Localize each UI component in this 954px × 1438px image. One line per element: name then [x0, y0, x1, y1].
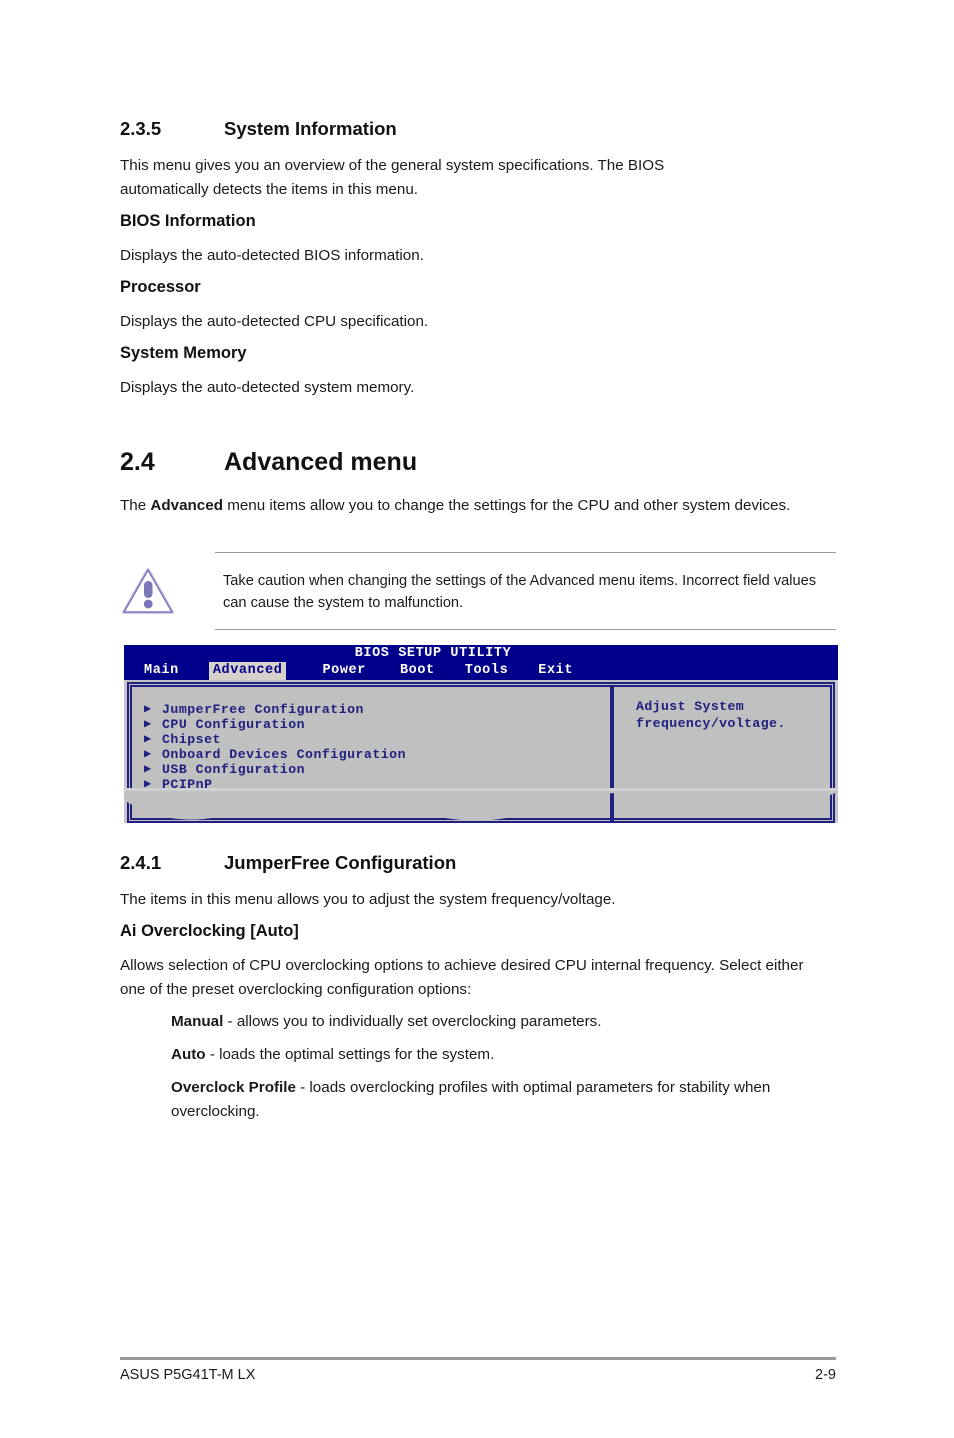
- heading-2-4-1-number: 2.4.1: [120, 852, 162, 873]
- bios-tab-boot[interactable]: Boot: [396, 662, 439, 680]
- right-arrow-icon: ▶: [144, 702, 152, 716]
- note-rule-top: [215, 552, 836, 553]
- bios-menu-row[interactable]: ▶ JumperFree Configuration: [144, 702, 584, 717]
- bios-menu-list: ▶ JumperFree Configuration ▶ CPU Configu…: [144, 702, 584, 792]
- system-memory-text: Displays the auto-detected system memory…: [120, 379, 415, 396]
- heading-2-4-1: 2.4.1 JumperFree Configuration: [120, 852, 456, 874]
- bios-tab-exit[interactable]: Exit: [534, 662, 577, 680]
- bios-menu-row[interactable]: ▶ Onboard Devices Configuration: [144, 747, 584, 762]
- heading-2-4-1-title: JumperFree Configuration: [224, 852, 457, 873]
- warning-triangle-icon: [120, 566, 178, 618]
- caution-note-text: Take caution when changing the settings …: [223, 573, 817, 611]
- note-rule-bottom: [215, 629, 836, 630]
- heading-2-4-title: Advanced menu: [224, 448, 418, 476]
- advanced-intro-paragraph: The Advanced menu items allow you to cha…: [120, 494, 822, 518]
- option-manual: Manual - allows you to individually set …: [171, 1010, 861, 1034]
- right-arrow-icon: ▶: [144, 732, 152, 746]
- option-auto: Auto - loads the optimal settings for th…: [171, 1043, 861, 1067]
- right-arrow-icon: ▶: [144, 762, 152, 776]
- bios-help-panel-text: Adjust System frequency/voltage.: [636, 699, 786, 731]
- bios-menu-row[interactable]: ▶ USB Configuration: [144, 762, 584, 777]
- bios-tab-main[interactable]: Main: [140, 662, 183, 680]
- subheading-processor: Processor: [120, 278, 201, 296]
- bios-menu-item-jumperfree-configuration: JumperFree Configuration: [162, 702, 364, 717]
- footer-rule: [120, 1357, 836, 1360]
- option-manual-name: Manual: [171, 1013, 224, 1030]
- bios-torn-edge: [124, 788, 838, 825]
- subheading-bios-information: BIOS Information: [120, 212, 256, 230]
- processor-text: Displays the auto-detected CPU specifica…: [120, 313, 429, 330]
- heading-2-4: 2.4 Advanced menu: [120, 448, 417, 477]
- heading-2-3-5-number: 2.3.5: [120, 118, 162, 139]
- bios-tab-tools[interactable]: Tools: [461, 662, 513, 680]
- bios-title-text: BIOS SETUP UTILITY: [354, 646, 512, 661]
- right-arrow-icon: ▶: [144, 747, 152, 761]
- subheading-system-memory: System Memory: [120, 344, 247, 362]
- option-manual-desc: - allows you to individually set overclo…: [223, 1013, 602, 1030]
- heading-2-4-number: 2.4: [120, 448, 155, 476]
- bios-menu-item-onboard-devices-configuration: Onboard Devices Configuration: [162, 747, 406, 762]
- footer-product-name: ASUS P5G41T-M LX: [120, 1367, 256, 1383]
- advanced-intro-pre: The: [120, 497, 151, 514]
- advanced-intro-bold: Advanced: [150, 497, 223, 514]
- bios-setup-utility-screenshot: BIOS SETUP UTILITY Main Advanced Power B…: [124, 645, 838, 825]
- sys-info-intro-paragraph: This menu gives you an overview of the g…: [120, 157, 665, 198]
- advanced-intro-post: menu items allow you to change the setti…: [222, 497, 791, 514]
- footer-page-number: 2-9: [815, 1367, 836, 1383]
- bios-menu-bar: Main Advanced Power Boot Tools Exit: [124, 661, 577, 680]
- caution-note-box: Take caution when changing the settings …: [120, 552, 836, 630]
- ai-overclocking-text: Allows selection of CPU overclocking opt…: [120, 957, 804, 998]
- jumperfree-intro-paragraph: The items in this menu allows you to adj…: [120, 891, 616, 908]
- bios-titlebar: BIOS SETUP UTILITY Main Advanced Power B…: [124, 645, 838, 680]
- bios-tab-advanced[interactable]: Advanced: [208, 661, 287, 680]
- bios-menu-row[interactable]: ▶ Chipset: [144, 732, 584, 747]
- right-arrow-icon: ▶: [144, 717, 152, 731]
- subheading-ai-overclocking: Ai Overclocking [Auto]: [120, 922, 299, 940]
- option-overclock-profile: Overclock Profile - loads overclocking p…: [171, 1076, 831, 1123]
- bios-menu-item-usb-configuration: USB Configuration: [162, 762, 306, 777]
- bios-tab-power[interactable]: Power: [318, 662, 370, 680]
- bios-information-text: Displays the auto-detected BIOS informat…: [120, 247, 424, 264]
- option-auto-name: Auto: [171, 1046, 206, 1063]
- bios-menu-item-chipset: Chipset: [162, 732, 221, 747]
- option-auto-desc: - loads the optimal settings for the sys…: [205, 1046, 495, 1063]
- heading-2-3-5: 2.3.5 System Information: [120, 118, 397, 140]
- heading-2-3-5-title: System Information: [224, 118, 397, 139]
- option-overclock-profile-name: Overclock Profile: [171, 1079, 296, 1096]
- document-page: 2.3.5 System Information This menu gives…: [0, 0, 954, 1438]
- bios-menu-row[interactable]: ▶ CPU Configuration: [144, 717, 584, 732]
- bios-menu-item-cpu-configuration: CPU Configuration: [162, 717, 306, 732]
